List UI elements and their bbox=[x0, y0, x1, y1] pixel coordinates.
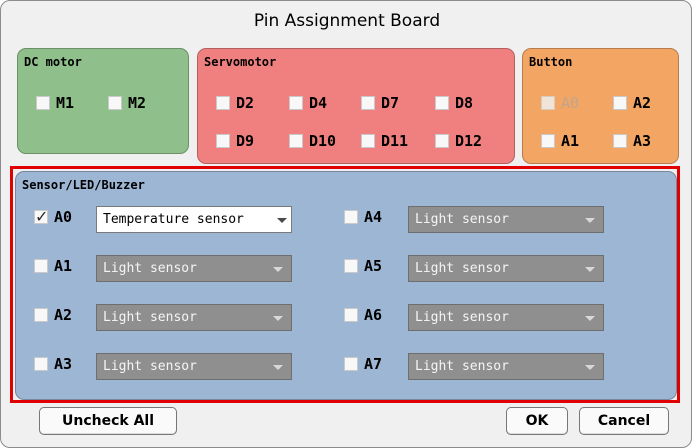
checkbox-box[interactable] bbox=[541, 134, 555, 148]
servo-d8-checkbox[interactable]: D8 bbox=[435, 94, 473, 112]
dropdown-arrow-icon[interactable] bbox=[277, 218, 287, 223]
servo-d7-checkbox[interactable]: D7 bbox=[361, 94, 399, 112]
button-a0-checkbox[interactable]: A0 bbox=[541, 94, 579, 112]
checkbox-box[interactable] bbox=[361, 134, 375, 148]
dropdown-arrow-icon[interactable] bbox=[585, 365, 595, 370]
sensor-a6-select[interactable]: Light sensor bbox=[408, 304, 604, 331]
checkbox-box[interactable] bbox=[216, 96, 230, 110]
checkbox-box[interactable] bbox=[344, 210, 358, 224]
servomotor-panel: Servomotor D2 D4 D7 D8 D9 D10 D11 D12 bbox=[197, 48, 515, 164]
button-a1-checkbox[interactable]: A1 bbox=[541, 132, 579, 150]
sensor-a7-checkbox[interactable]: A7 bbox=[344, 355, 382, 373]
sensor-a4-checkbox[interactable]: A4 bbox=[344, 208, 382, 226]
sensor-a0-checkbox[interactable]: A0 bbox=[34, 207, 72, 226]
sensor-a3-checkbox[interactable]: A3 bbox=[34, 355, 72, 373]
sensor-a5-select[interactable]: Light sensor bbox=[408, 255, 604, 282]
checkbox-box[interactable] bbox=[34, 207, 48, 226]
dc-motor-title: DC motor bbox=[24, 55, 82, 69]
checkbox-box[interactable] bbox=[34, 259, 48, 273]
checkbox-box[interactable] bbox=[613, 96, 627, 110]
servo-d4-checkbox[interactable]: D4 bbox=[289, 94, 327, 112]
dc-motor-m2-checkbox[interactable]: M2 bbox=[108, 94, 146, 112]
button-a3-checkbox[interactable]: A3 bbox=[613, 132, 651, 150]
sensor-a6-checkbox[interactable]: A6 bbox=[344, 306, 382, 324]
button-a2-checkbox[interactable]: A2 bbox=[613, 94, 651, 112]
servomotor-title: Servomotor bbox=[204, 55, 277, 69]
checkbox-box[interactable] bbox=[435, 96, 449, 110]
sensor-a2-checkbox[interactable]: A2 bbox=[34, 306, 72, 324]
servo-d9-checkbox[interactable]: D9 bbox=[216, 132, 254, 150]
sensor-title: Sensor/LED/Buzzer bbox=[22, 178, 145, 192]
sensor-a1-select[interactable]: Light sensor bbox=[96, 255, 292, 282]
checkbox-box[interactable] bbox=[289, 96, 303, 110]
button-title: Button bbox=[529, 55, 573, 69]
sensor-a1-checkbox[interactable]: A1 bbox=[34, 257, 72, 275]
dropdown-arrow-icon[interactable] bbox=[585, 267, 595, 272]
checkbox-box[interactable] bbox=[34, 357, 48, 371]
dialog-title: Pin Assignment Board bbox=[253, 11, 441, 31]
servo-d2-checkbox[interactable]: D2 bbox=[216, 94, 254, 112]
dropdown-arrow-icon[interactable] bbox=[273, 267, 283, 272]
pin-assignment-dialog: Pin Assignment Board DC motor M1 M2 Serv… bbox=[0, 0, 692, 448]
sensor-panel: Sensor/LED/Buzzer A0 Temperature sensor … bbox=[15, 171, 677, 400]
checkbox-box[interactable] bbox=[344, 308, 358, 322]
servo-d12-checkbox[interactable]: D12 bbox=[435, 132, 482, 150]
checkbox-box[interactable] bbox=[344, 259, 358, 273]
dropdown-arrow-icon[interactable] bbox=[585, 316, 595, 321]
sensor-a2-select[interactable]: Light sensor bbox=[96, 304, 292, 331]
checkbox-box[interactable] bbox=[435, 134, 449, 148]
sensor-a5-checkbox[interactable]: A5 bbox=[344, 257, 382, 275]
uncheck-all-button[interactable]: Uncheck All bbox=[39, 407, 177, 435]
checkbox-box[interactable] bbox=[36, 96, 50, 110]
cancel-button[interactable]: Cancel bbox=[579, 407, 669, 435]
ok-button[interactable]: OK bbox=[506, 407, 568, 435]
dropdown-arrow-icon[interactable] bbox=[273, 316, 283, 321]
dropdown-arrow-icon[interactable] bbox=[585, 218, 595, 223]
checkbox-box[interactable] bbox=[34, 308, 48, 322]
checkbox-box[interactable] bbox=[613, 134, 627, 148]
sensor-a7-select[interactable]: Light sensor bbox=[408, 353, 604, 380]
servo-d10-checkbox[interactable]: D10 bbox=[289, 132, 336, 150]
dc-motor-m1-checkbox[interactable]: M1 bbox=[36, 94, 74, 112]
checkbox-box[interactable] bbox=[361, 96, 375, 110]
sensor-a3-select[interactable]: Light sensor bbox=[96, 353, 292, 380]
sensor-a0-select[interactable]: Temperature sensor bbox=[96, 206, 292, 233]
checkbox-box[interactable] bbox=[216, 134, 230, 148]
sensor-a4-select[interactable]: Light sensor bbox=[408, 206, 604, 233]
checkbox-box[interactable] bbox=[541, 96, 555, 110]
button-panel: Button A0 A2 A1 A3 bbox=[522, 48, 679, 164]
checkbox-box[interactable] bbox=[108, 96, 122, 110]
checkbox-box[interactable] bbox=[289, 134, 303, 148]
dc-motor-panel: DC motor M1 M2 bbox=[17, 48, 189, 154]
servo-d11-checkbox[interactable]: D11 bbox=[361, 132, 408, 150]
dropdown-arrow-icon[interactable] bbox=[273, 365, 283, 370]
checkbox-box[interactable] bbox=[344, 357, 358, 371]
